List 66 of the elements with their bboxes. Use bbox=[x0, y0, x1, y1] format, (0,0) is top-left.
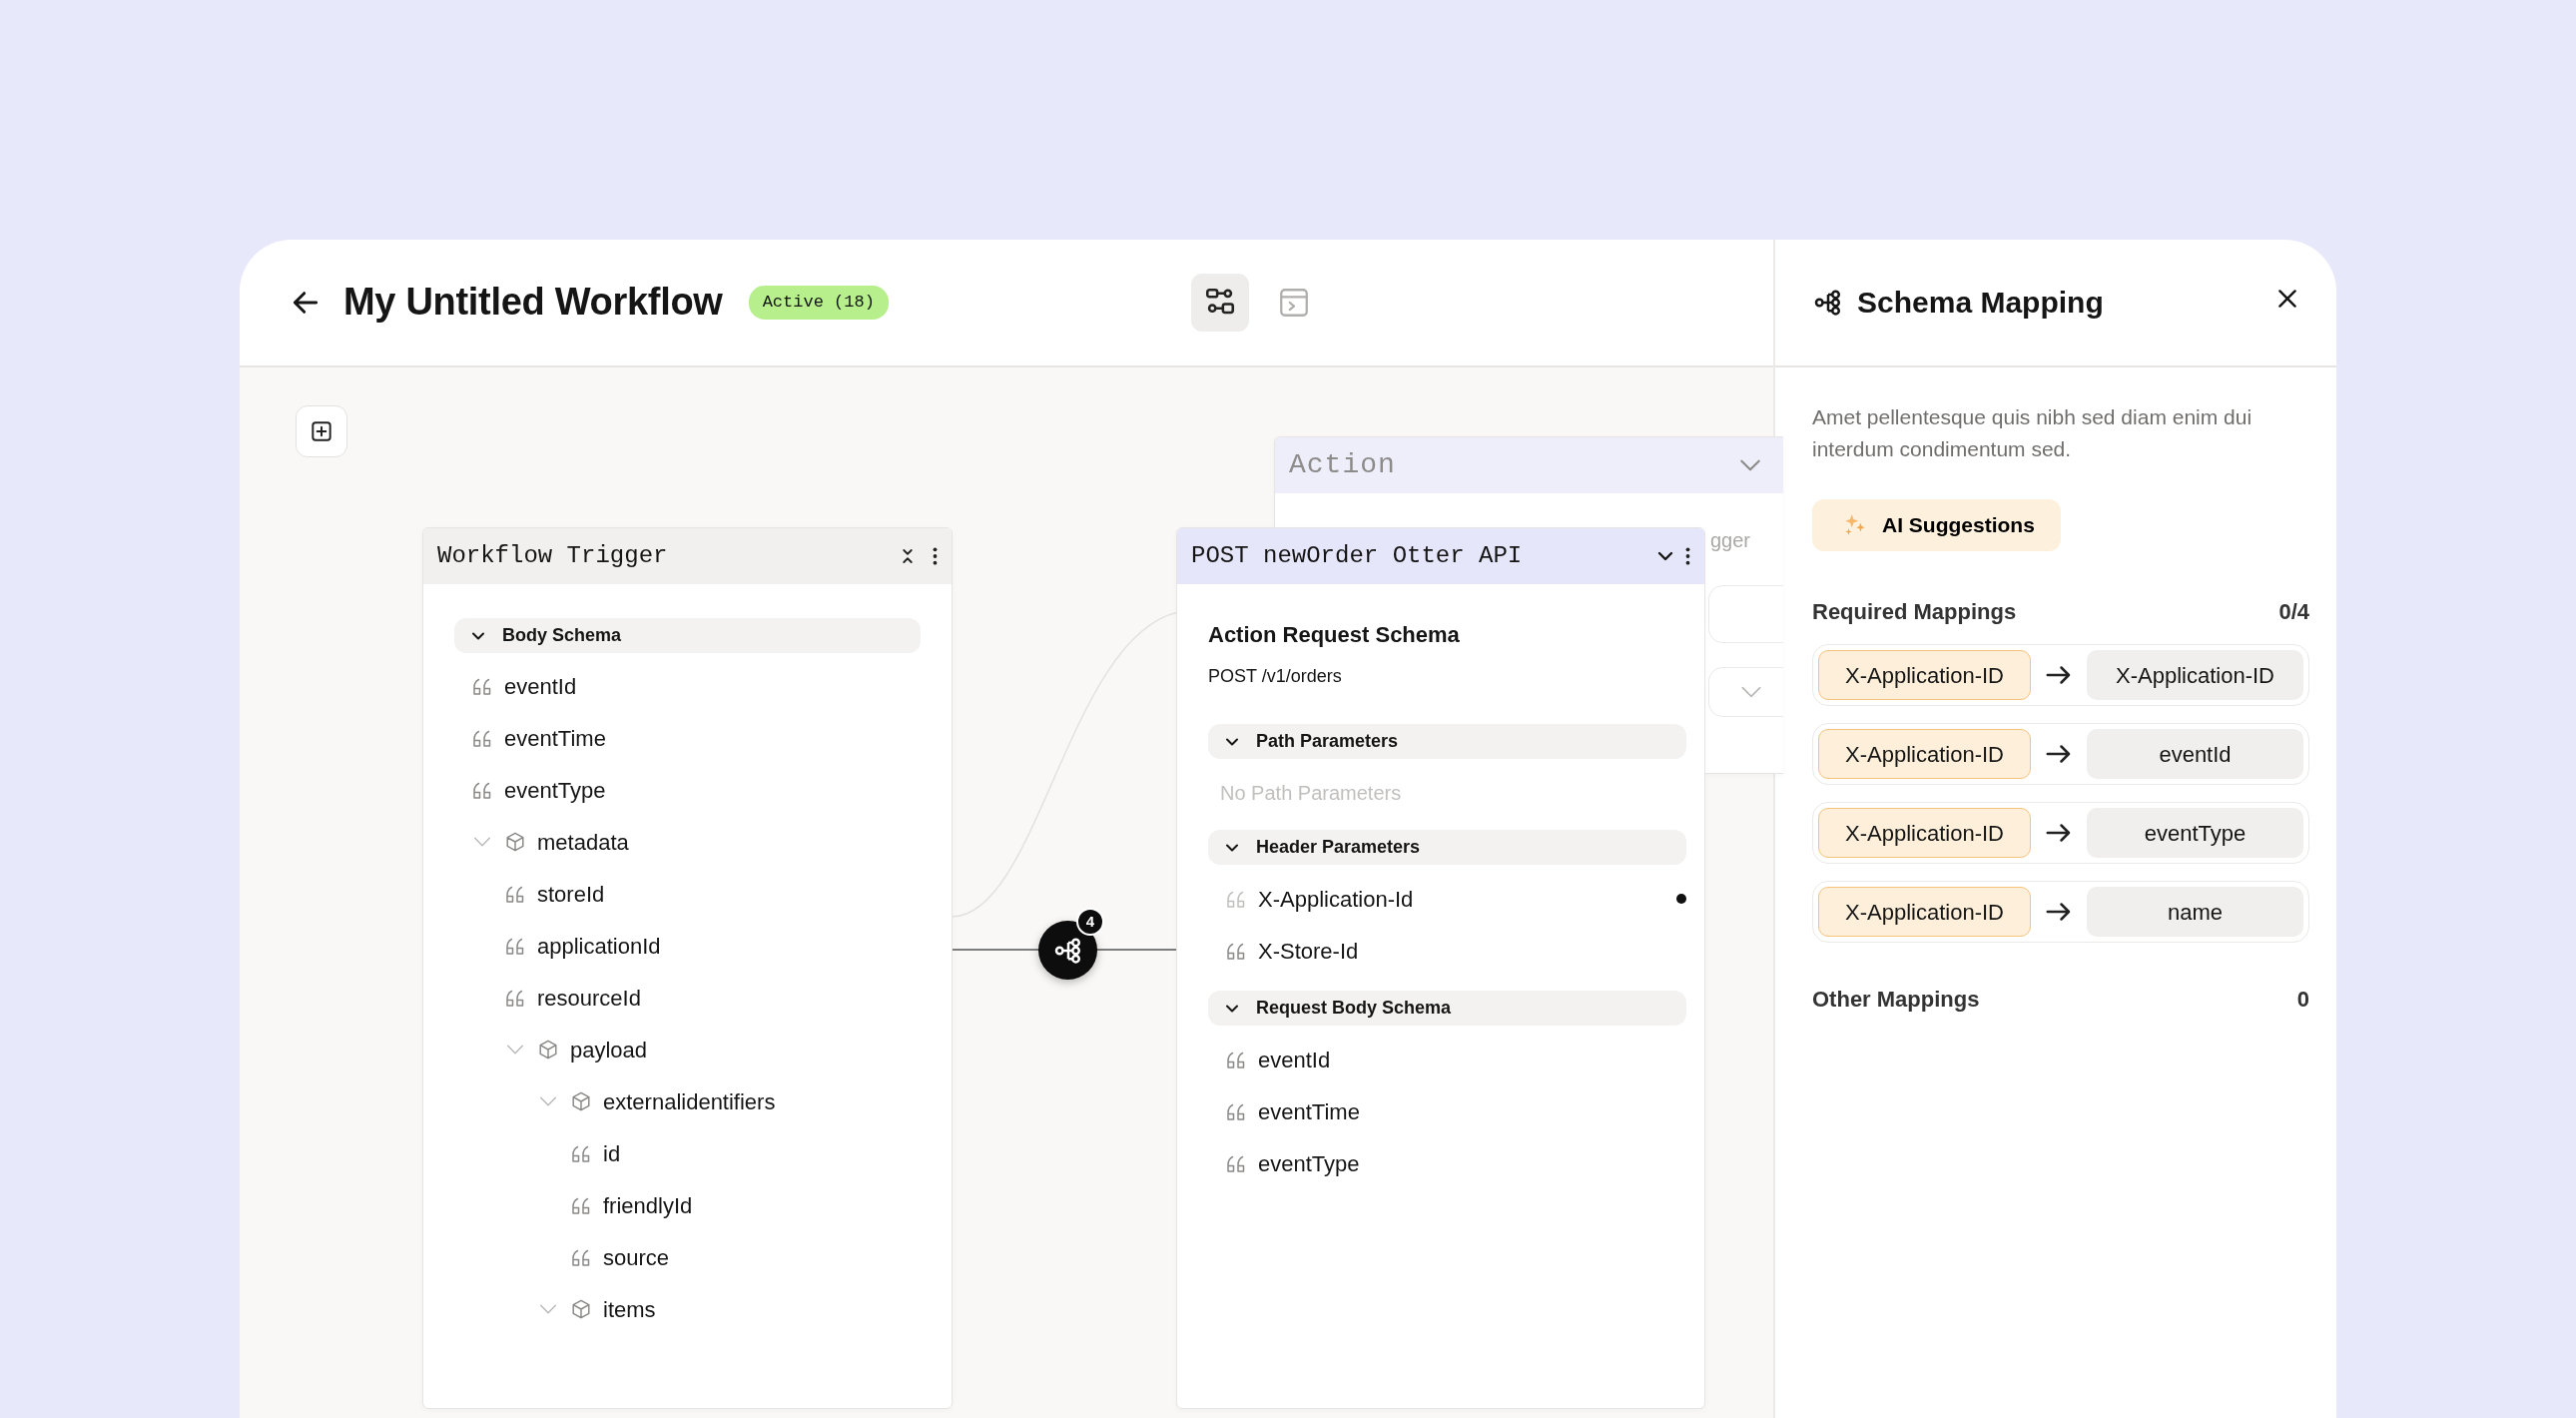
mapping-row[interactable]: X-Application-ID name bbox=[1812, 881, 2309, 943]
source-field: X-Application-ID bbox=[1818, 887, 2031, 937]
workflow-title: My Untitled Workflow bbox=[343, 280, 723, 326]
field-name: eventTime bbox=[1258, 1097, 1361, 1126]
target-field: eventId bbox=[2087, 729, 2303, 779]
card-title: Workflow Trigger bbox=[437, 541, 669, 571]
field-name: eventId bbox=[1258, 1046, 1332, 1074]
flow-icon bbox=[1052, 935, 1083, 966]
source-field: X-Application-ID bbox=[1818, 808, 2031, 858]
field-name: storeId bbox=[537, 880, 605, 909]
source-field: X-Application-ID bbox=[1818, 650, 2031, 700]
flow-view-button[interactable] bbox=[1190, 274, 1249, 332]
field-name: X-Application-Id bbox=[1258, 885, 1415, 914]
kebab-icon bbox=[933, 547, 938, 565]
flow-icon bbox=[1813, 288, 1843, 318]
dropdown-field[interactable] bbox=[1708, 667, 1783, 717]
field-name: X-Store-Id bbox=[1258, 937, 1360, 966]
input-field[interactable] bbox=[1708, 585, 1783, 643]
ai-suggestions-button[interactable]: AI Suggestions bbox=[1812, 499, 2061, 551]
field-name: metadata bbox=[537, 828, 629, 857]
mapping-row[interactable]: X-Application-ID X-Application-ID bbox=[1812, 644, 2309, 706]
cube-icon bbox=[537, 1039, 559, 1061]
field-name: payload bbox=[570, 1036, 648, 1064]
cube-icon bbox=[570, 1298, 592, 1320]
field-name: eventTime bbox=[504, 724, 606, 753]
section-label: Other Mappings bbox=[1812, 986, 1980, 1014]
source-field: X-Application-ID bbox=[1818, 729, 2031, 779]
field-name: source bbox=[603, 1243, 670, 1272]
field-name: id bbox=[603, 1139, 621, 1168]
plus-icon bbox=[309, 418, 334, 444]
field-name: eventType bbox=[504, 776, 606, 805]
field-name: eventType bbox=[1258, 1149, 1361, 1178]
target-field: eventType bbox=[2087, 808, 2303, 858]
status-badge: Active (18) bbox=[748, 286, 889, 320]
panel-description: Amet pellentesque quis nibh sed diam enim dui interdum condimentum sed. bbox=[1812, 404, 2254, 462]
field-name: eventId bbox=[504, 672, 577, 701]
panel-title: Schema Mapping bbox=[1857, 285, 2105, 321]
empty-state-text: No Path Parameters bbox=[1219, 781, 1403, 806]
section-header[interactable]: Header Parameters bbox=[1208, 830, 1686, 865]
field-name: resourceId bbox=[537, 984, 641, 1013]
endpoint-text: POST /v1/orders bbox=[1208, 665, 1343, 688]
more-options-button[interactable] bbox=[1685, 547, 1690, 565]
section-header[interactable]: Path Parameters bbox=[1208, 724, 1686, 759]
cube-icon bbox=[570, 1090, 592, 1112]
mapping-count: 0 bbox=[2296, 986, 2309, 1014]
card-title: Action bbox=[1289, 448, 1396, 482]
field-name: friendlyId bbox=[603, 1191, 693, 1220]
card-title: POST newOrder Otter API bbox=[1191, 541, 1524, 571]
field-name: items bbox=[603, 1295, 656, 1324]
target-field: X-Application-ID bbox=[2087, 650, 2303, 700]
target-field: name bbox=[2087, 887, 2303, 937]
section-header[interactable]: Request Body Schema bbox=[1208, 991, 1686, 1026]
mapping-row[interactable]: X-Application-ID eventType bbox=[1812, 802, 2309, 864]
cube-icon bbox=[504, 831, 526, 853]
schema-heading: Action Request Schema bbox=[1208, 621, 1461, 649]
section-label: Required Mappings bbox=[1812, 598, 2017, 626]
field-name: externalidentifiers bbox=[603, 1087, 776, 1116]
section-header[interactable]: Body Schema bbox=[454, 618, 921, 653]
add-button[interactable] bbox=[296, 405, 347, 457]
more-options-button[interactable] bbox=[933, 547, 938, 565]
field-name: applicationId bbox=[537, 932, 661, 961]
mapping-row[interactable]: X-Application-ID eventId bbox=[1812, 723, 2309, 785]
card-text: gger bbox=[1710, 528, 1751, 553]
mapping-count: 0/4 bbox=[2278, 598, 2309, 626]
count-badge: 4 bbox=[1076, 908, 1104, 936]
kebab-icon bbox=[1685, 547, 1690, 565]
